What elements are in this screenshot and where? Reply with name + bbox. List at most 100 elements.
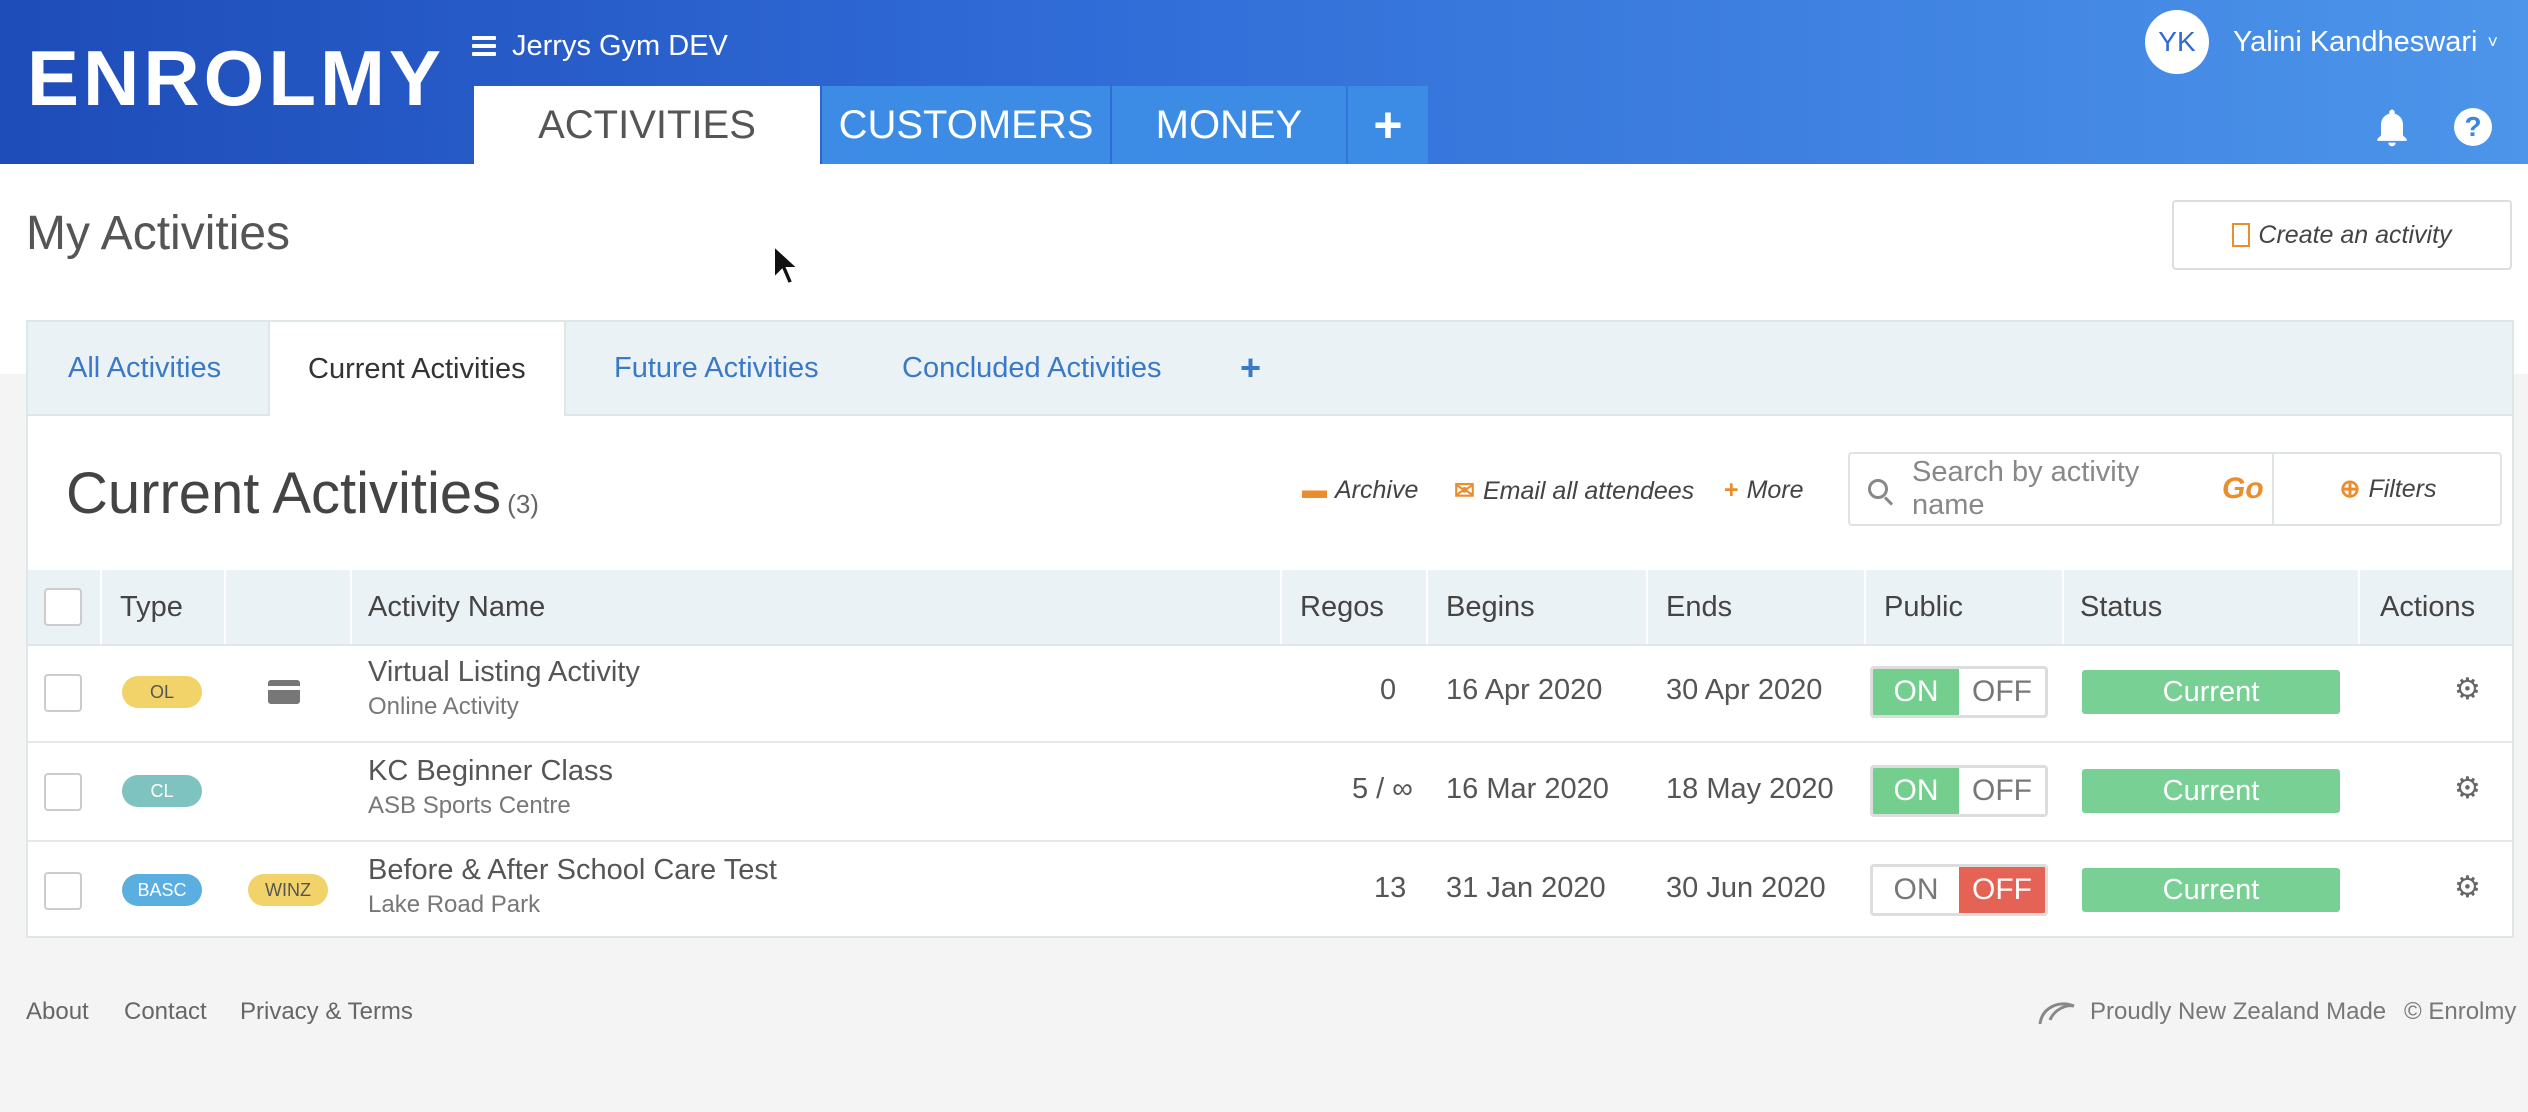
column-begins[interactable]: Begins bbox=[1446, 570, 1535, 644]
chevron-down-icon[interactable]: ˅ bbox=[2487, 32, 2498, 53]
column-activity-name[interactable]: Activity Name bbox=[368, 570, 545, 644]
status-badge: Current bbox=[2082, 868, 2340, 912]
table-row[interactable]: CL KC Beginner Class ASB Sports Centre 5… bbox=[28, 743, 2512, 842]
create-activity-button[interactable]: Create an activity bbox=[2172, 200, 2512, 270]
activity-name[interactable]: Virtual Listing Activity bbox=[368, 656, 640, 689]
filters-button[interactable]: ⊕ Filters bbox=[2272, 454, 2502, 524]
avatar[interactable]: YK bbox=[2144, 10, 2209, 74]
org-name[interactable]: Jerrys Gym DEV bbox=[512, 30, 728, 63]
org-switcher[interactable]: Jerrys Gym DEV bbox=[472, 26, 728, 66]
public-toggle[interactable]: ON OFF bbox=[1870, 765, 2048, 817]
toggle-off[interactable]: OFF bbox=[1959, 768, 2045, 814]
nz-made-text: Proudly New Zealand Made bbox=[2090, 998, 2387, 1025]
go-button[interactable]: Go bbox=[2222, 472, 2264, 506]
tab-future-activities[interactable]: Future Activities bbox=[614, 322, 819, 414]
envelope-icon: ✉ bbox=[1454, 477, 1475, 505]
table-row[interactable]: OL Virtual Listing Activity Online Activ… bbox=[28, 644, 2512, 743]
filters-label: Filters bbox=[2368, 474, 2437, 503]
column-ends[interactable]: Ends bbox=[1666, 570, 1732, 644]
toggle-on[interactable]: ON bbox=[1873, 669, 1959, 715]
tab-concluded-activities[interactable]: Concluded Activities bbox=[902, 322, 1162, 414]
email-attendees-button[interactable]: ✉ Email all attendees bbox=[1454, 476, 1694, 506]
archive-label: Archive bbox=[1335, 476, 1419, 504]
activity-name[interactable]: Before & After School Care Test bbox=[368, 854, 777, 887]
ends-date: 30 Apr 2020 bbox=[1666, 674, 1823, 706]
search-box: Search by activity name Go ⊕ Filters bbox=[1848, 452, 2502, 526]
tab-all-activities[interactable]: All Activities bbox=[68, 322, 221, 414]
copyright: © Enrolmy bbox=[2404, 998, 2517, 1025]
document-icon bbox=[2232, 223, 2251, 247]
plus-icon: + bbox=[1724, 476, 1739, 504]
tab-add-button[interactable]: + bbox=[1348, 86, 1428, 164]
column-actions: Actions bbox=[2380, 590, 2476, 623]
main-tabs: ACTIVITIES CUSTOMERS MONEY + bbox=[474, 86, 1430, 164]
user-name[interactable]: Yalini Kandheswari bbox=[2233, 26, 2478, 59]
toggle-off[interactable]: OFF bbox=[1959, 669, 2045, 715]
status-badge: Current bbox=[2082, 670, 2340, 714]
row-checkbox[interactable] bbox=[44, 674, 82, 712]
more-button[interactable]: + More bbox=[1724, 476, 1804, 505]
row-checkbox[interactable] bbox=[44, 872, 82, 910]
enrolmy-logo[interactable]: ENROLMY bbox=[27, 38, 445, 118]
tab-activities[interactable]: ACTIVITIES bbox=[474, 86, 820, 164]
help-icon[interactable]: ? bbox=[2454, 108, 2492, 146]
row-checkbox[interactable] bbox=[44, 773, 82, 811]
page-title: My Activities bbox=[26, 207, 291, 260]
table-row[interactable]: BASC WINZ Before & After School Care Tes… bbox=[28, 842, 2512, 939]
ends-date: 30 Jun 2020 bbox=[1666, 872, 1826, 904]
hamburger-menu-icon[interactable] bbox=[472, 36, 496, 56]
activities-panel: All Activities Current Activities Future… bbox=[26, 320, 2514, 938]
search-input[interactable]: Search by activity name bbox=[1912, 456, 2212, 522]
status-badge: Current bbox=[2082, 769, 2340, 813]
toggle-on[interactable]: ON bbox=[1873, 867, 1959, 913]
create-activity-label: Create an activity bbox=[2258, 220, 2452, 249]
toggle-off[interactable]: OFF bbox=[1959, 867, 2045, 913]
footer-privacy-link[interactable]: Privacy & Terms bbox=[240, 998, 413, 1026]
archive-icon: ▬ bbox=[1302, 476, 1327, 504]
table-header: Type Activity Name Regos Begins Ends Pub… bbox=[28, 570, 2512, 646]
tab-money[interactable]: MONEY bbox=[1112, 86, 1346, 164]
nz-made-badge: Proudly New Zealand Made bbox=[2036, 998, 2386, 1026]
archive-button[interactable]: ▬ Archive bbox=[1302, 476, 1418, 505]
activity-count: (3) bbox=[507, 489, 539, 519]
section-title: Current Activities (3) bbox=[66, 460, 539, 527]
plus-circle-icon: ⊕ bbox=[2339, 475, 2361, 503]
tab-customers[interactable]: CUSTOMERS bbox=[822, 86, 1110, 164]
top-header: ENROLMY Jerrys Gym DEV ACTIVITIES CUSTOM… bbox=[0, 0, 2528, 164]
footer-about-link[interactable]: About bbox=[26, 998, 89, 1026]
type-badge: OL bbox=[122, 676, 202, 708]
activity-subtabs: All Activities Current Activities Future… bbox=[28, 322, 2512, 416]
begins-date: 16 Mar 2020 bbox=[1446, 773, 1609, 805]
column-regos[interactable]: Regos bbox=[1300, 570, 1384, 644]
activity-location: Online Activity bbox=[368, 693, 519, 720]
column-type[interactable]: Type bbox=[120, 570, 183, 644]
fern-icon bbox=[2038, 1002, 2075, 1025]
credit-card-icon bbox=[268, 680, 300, 704]
public-toggle[interactable]: ON OFF bbox=[1870, 864, 2048, 916]
email-attendees-label: Email all attendees bbox=[1482, 476, 1695, 505]
begins-date: 31 Jan 2020 bbox=[1446, 872, 1606, 904]
ends-date: 18 May 2020 bbox=[1666, 773, 1834, 805]
activity-name[interactable]: KC Beginner Class bbox=[368, 755, 613, 788]
regos-value: 13 bbox=[1374, 872, 1407, 904]
toggle-on[interactable]: ON bbox=[1873, 768, 1959, 814]
section-title-text: Current Activities bbox=[66, 461, 502, 526]
activity-location: ASB Sports Centre bbox=[368, 792, 571, 819]
gear-icon[interactable]: ⚙ bbox=[2454, 672, 2481, 707]
user-menu[interactable]: YK Yalini Kandheswari ˅ bbox=[2144, 10, 2498, 74]
bell-icon[interactable] bbox=[2370, 106, 2414, 150]
begins-date: 16 Apr 2020 bbox=[1446, 674, 1603, 706]
public-toggle[interactable]: ON OFF bbox=[1870, 666, 2048, 718]
gear-icon[interactable]: ⚙ bbox=[2454, 771, 2481, 806]
search-icon bbox=[1868, 479, 1888, 499]
more-label: More bbox=[1746, 476, 1804, 504]
column-public[interactable]: Public bbox=[1884, 570, 1963, 644]
add-tab-button[interactable]: + bbox=[1240, 322, 1261, 414]
select-all-checkbox[interactable] bbox=[44, 588, 82, 626]
footer-contact-link[interactable]: Contact bbox=[124, 998, 207, 1026]
type-badge: CL bbox=[122, 775, 202, 807]
column-status[interactable]: Status bbox=[2080, 570, 2162, 644]
gear-icon[interactable]: ⚙ bbox=[2454, 870, 2481, 905]
tab-current-activities[interactable]: Current Activities bbox=[268, 322, 566, 416]
regos-value: 5 / ∞ bbox=[1352, 773, 1413, 805]
